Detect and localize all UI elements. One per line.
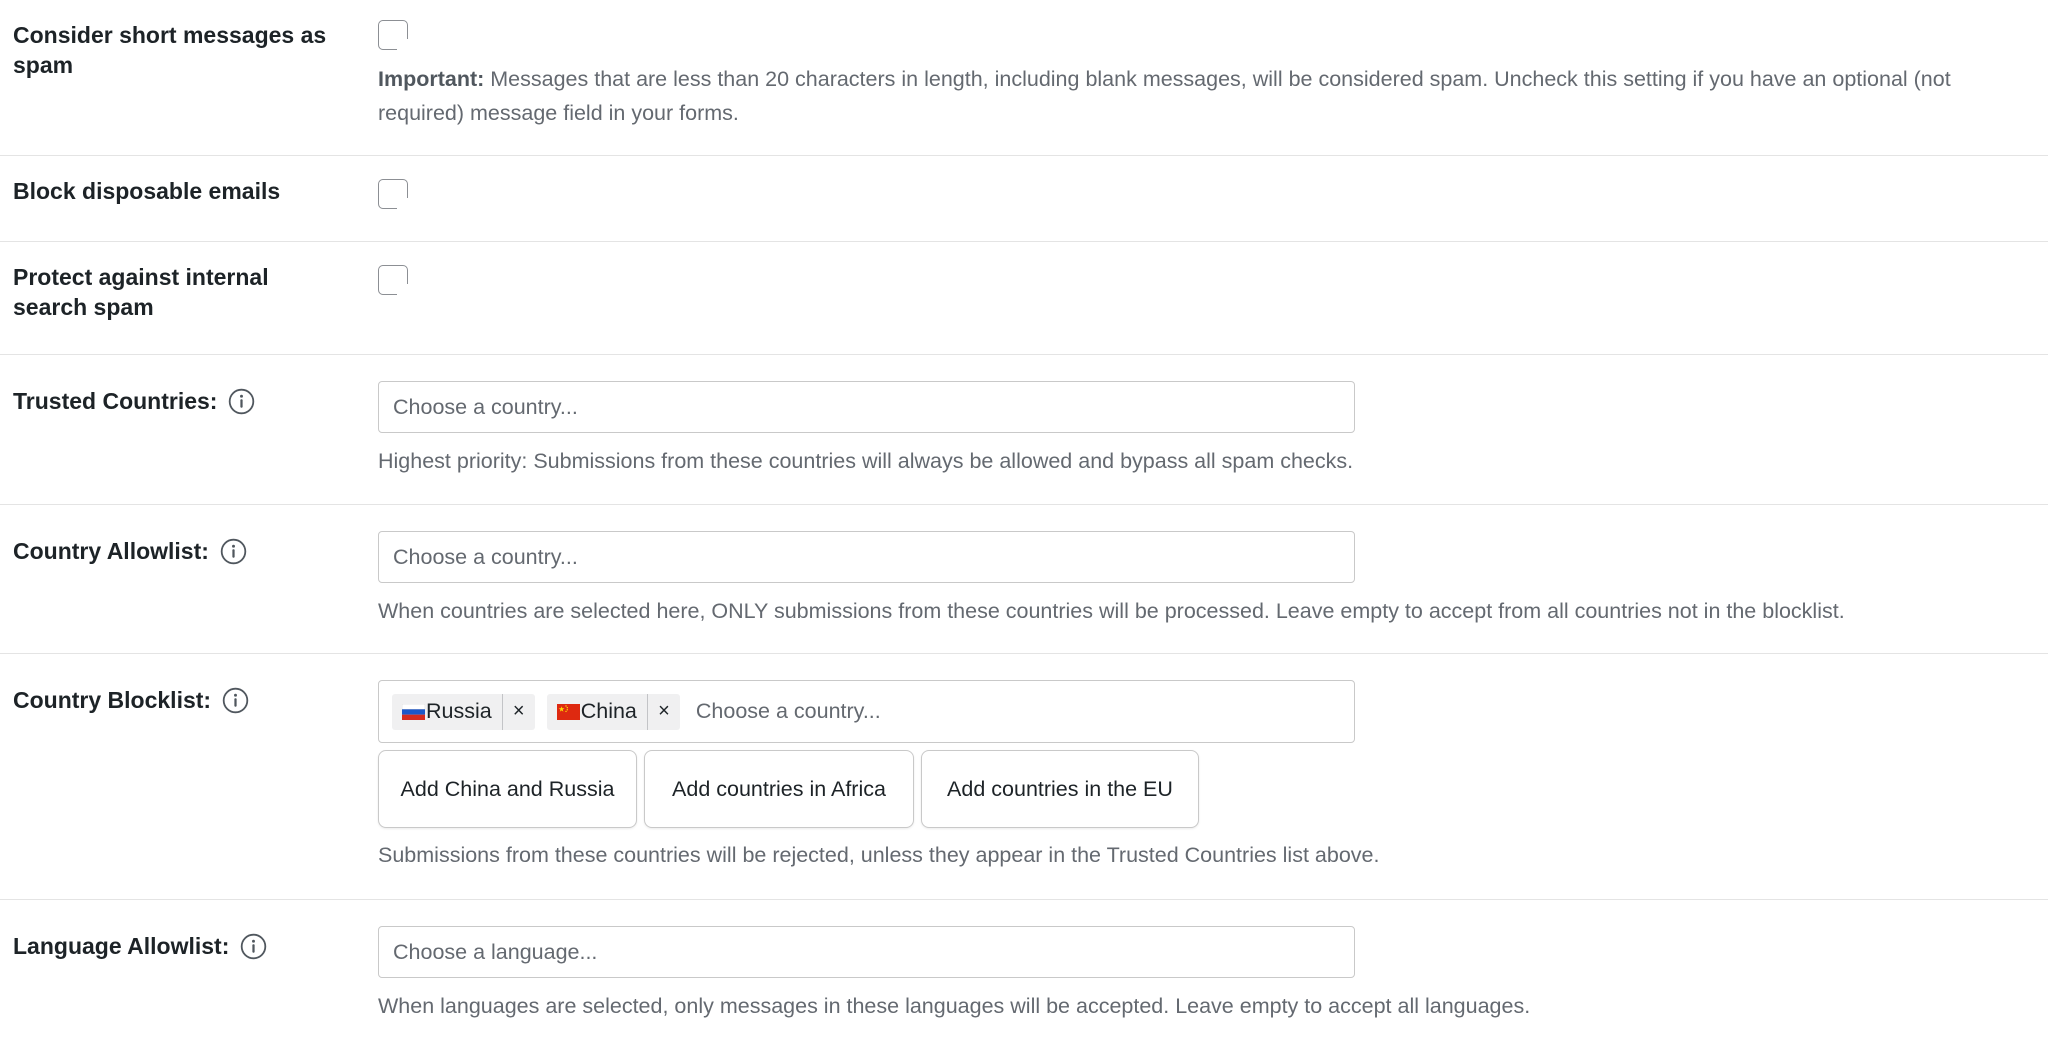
internal-search-label: Protect against internal search spam: [13, 264, 269, 320]
preset-buttons: Add China and Russia Add countries in Af…: [378, 750, 2018, 828]
setting-field: Important: Messages that are less than 2…: [378, 20, 2048, 155]
info-circle-icon[interactable]: [228, 388, 255, 415]
short-messages-label: Consider short messages as spam: [13, 22, 327, 78]
add-africa-button[interactable]: Add countries in Africa: [644, 750, 914, 828]
setting-row-internal-search: Protect against internal search spam: [0, 242, 2048, 355]
setting-label: Trusted Countries:: [0, 381, 378, 504]
selected-country-tag: Russia ×: [392, 693, 535, 730]
country-allowlist-label: Country Allowlist:: [13, 538, 209, 564]
setting-field: [378, 262, 2048, 354]
setting-label: Consider short messages as spam: [0, 20, 378, 155]
disposable-emails-label: Block disposable emails: [13, 178, 281, 204]
country-blocklist-placeholder[interactable]: Choose a country...: [696, 699, 881, 724]
setting-row-short-messages: Consider short messages as spam Importan…: [0, 0, 2048, 156]
setting-label: Country Blocklist:: [0, 680, 378, 899]
setting-field: Choose a language... When languages are …: [378, 926, 2048, 1040]
setting-field: Choose a country... Highest priority: Su…: [378, 381, 2048, 504]
language-allowlist-description: When languages are selected, only messag…: [378, 994, 1531, 1018]
country-allowlist-description: When countries are selected here, ONLY s…: [378, 599, 1845, 623]
country-blocklist-description: Submissions from these countries will be…: [378, 843, 1380, 867]
short-messages-description: Important: Messages that are less than 2…: [378, 62, 2018, 130]
tag-label: China: [580, 699, 637, 723]
add-china-russia-button[interactable]: Add China and Russia: [378, 750, 637, 828]
setting-row-country-blocklist: Country Blocklist: Russia × China × Choo…: [0, 654, 2048, 900]
info-circle-icon[interactable]: [220, 538, 247, 565]
internal-search-checkbox[interactable]: [378, 265, 409, 296]
trusted-countries-label: Trusted Countries:: [13, 388, 218, 414]
china-flag-icon: [556, 703, 580, 720]
language-allowlist-placeholder: Choose a language...: [393, 939, 598, 964]
setting-field: [378, 176, 2048, 241]
important-note-label: Important:: [378, 67, 485, 91]
tag-label: Russia: [426, 699, 492, 723]
setting-label: Block disposable emails: [0, 176, 378, 241]
short-messages-description-text: Messages that are less than 20 character…: [378, 67, 1951, 125]
setting-row-country-allowlist: Country Allowlist: Choose a country... W…: [0, 505, 2048, 654]
language-allowlist-select[interactable]: Choose a language...: [378, 926, 1355, 978]
trusted-countries-select[interactable]: Choose a country...: [378, 381, 1355, 433]
setting-row-language-allowlist: Language Allowlist: Choose a language...…: [0, 900, 2048, 1040]
country-blocklist-label: Country Blocklist:: [13, 687, 212, 713]
settings-table: Consider short messages as spam Importan…: [0, 0, 2048, 1040]
info-circle-icon[interactable]: [222, 687, 249, 714]
language-allowlist-label: Language Allowlist:: [13, 933, 230, 959]
add-eu-button[interactable]: Add countries in the EU: [921, 750, 1199, 828]
russia-flag-icon: [402, 703, 425, 720]
remove-tag-button[interactable]: ×: [501, 693, 535, 730]
trusted-countries-description: Highest priority: Submissions from these…: [378, 449, 1354, 473]
short-messages-checkbox[interactable]: [378, 20, 409, 51]
remove-tag-button[interactable]: ×: [646, 693, 680, 730]
trusted-countries-placeholder: Choose a country...: [393, 394, 578, 419]
country-blocklist-select[interactable]: Russia × China × Choose a country...: [378, 680, 1355, 743]
setting-row-trusted-countries: Trusted Countries: Choose a country... H…: [0, 355, 2048, 505]
country-allowlist-select[interactable]: Choose a country...: [378, 531, 1355, 583]
setting-row-disposable-emails: Block disposable emails: [0, 156, 2048, 242]
setting-label: Protect against internal search spam: [0, 262, 378, 354]
setting-field: Russia × China × Choose a country... Add…: [378, 680, 2048, 899]
country-allowlist-placeholder: Choose a country...: [393, 544, 578, 569]
selected-country-tag: China ×: [546, 693, 680, 730]
setting-field: Choose a country... When countries are s…: [378, 531, 2048, 653]
setting-label: Country Allowlist:: [0, 531, 378, 653]
disposable-emails-checkbox[interactable]: [378, 179, 409, 210]
info-circle-icon[interactable]: [240, 933, 267, 960]
setting-label: Language Allowlist:: [0, 926, 378, 1040]
